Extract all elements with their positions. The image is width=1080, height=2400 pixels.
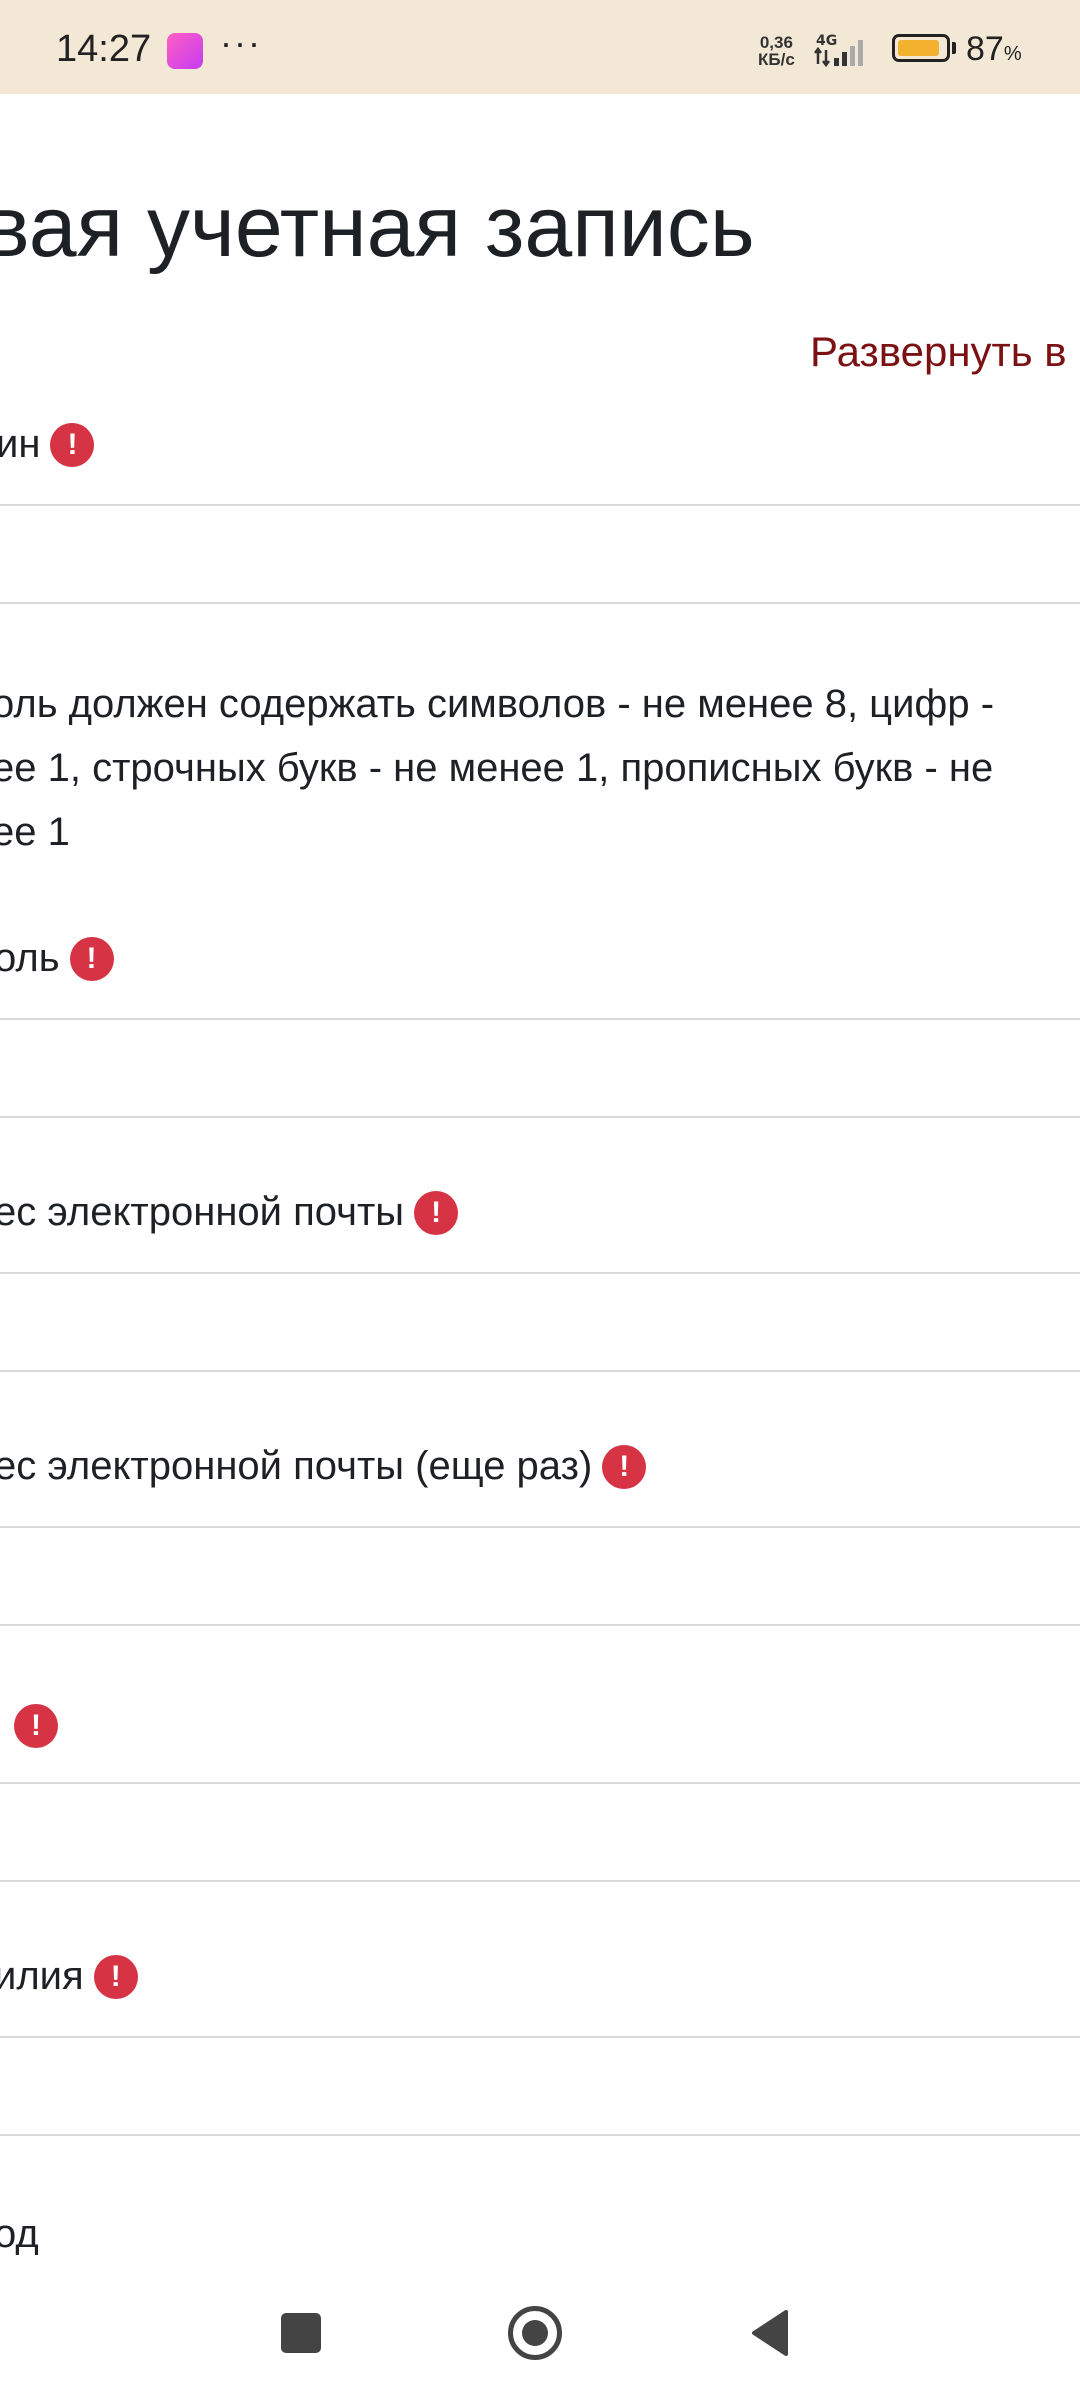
email-repeat-input[interactable] bbox=[0, 1526, 1080, 1626]
required-icon: ! bbox=[14, 1704, 58, 1748]
more-notifications-icon: ··· bbox=[220, 22, 262, 63]
email-repeat-label-text: ес электронной почты (еще раз) bbox=[0, 1444, 593, 1488]
home-icon[interactable] bbox=[508, 2306, 562, 2360]
system-nav-bar bbox=[0, 2270, 1080, 2400]
battery-tip bbox=[952, 42, 956, 54]
lastname-label: илия ! bbox=[0, 1954, 138, 1999]
firstname-input[interactable] bbox=[0, 1782, 1080, 1882]
password-help-line-3: ее 1 bbox=[0, 810, 70, 854]
page-title: вая учетная запись bbox=[0, 179, 755, 275]
battery-percent: 87% bbox=[966, 30, 1022, 69]
lastname-input[interactable] bbox=[0, 2036, 1080, 2136]
username-label: ин ! bbox=[0, 422, 95, 467]
email-label-text: ес электронной почты bbox=[0, 1190, 405, 1234]
username-label-text: ин bbox=[0, 422, 41, 466]
city-label-text: од bbox=[0, 2212, 39, 2256]
firstname-label: ! bbox=[4, 1704, 58, 1748]
network-speed-value: 0,36 bbox=[759, 33, 793, 52]
password-help-line-2: ее 1, строчных букв - не менее 1, пропис… bbox=[0, 746, 994, 790]
back-icon[interactable] bbox=[748, 2308, 792, 2358]
password-label: оль ! bbox=[0, 936, 114, 981]
username-input[interactable] bbox=[0, 504, 1080, 604]
email-input[interactable] bbox=[0, 1272, 1080, 1372]
password-help-text: оль должен содержать символов - не менее… bbox=[0, 672, 1080, 864]
password-input[interactable] bbox=[0, 1018, 1080, 1118]
password-label-text: оль bbox=[0, 936, 60, 980]
status-bar: 14:27 ··· 0,36 КБ/с 4G 87% bbox=[0, 0, 1080, 94]
email-repeat-label: ес электронной почты (еще раз) ! bbox=[0, 1444, 647, 1489]
battery-fill bbox=[898, 40, 939, 56]
battery-icon bbox=[892, 34, 950, 62]
required-icon: ! bbox=[93, 1954, 138, 1999]
recent-apps-icon[interactable] bbox=[281, 2313, 321, 2353]
app-notification-icon bbox=[167, 33, 203, 69]
network-speed: 0,36 КБ/с bbox=[758, 34, 795, 68]
signal-icon: 4G bbox=[814, 34, 863, 68]
network-speed-unit: КБ/с bbox=[758, 50, 795, 69]
battery-percent-value: 87 bbox=[966, 30, 1004, 68]
required-icon: ! bbox=[602, 1444, 647, 1489]
expand-all-link[interactable]: Развернуть в bbox=[810, 328, 1067, 376]
lastname-label-text: илия bbox=[0, 1954, 84, 1998]
password-help-line-1: оль должен содержать символов - не менее… bbox=[0, 682, 995, 726]
city-label: од bbox=[0, 2212, 39, 2257]
battery-percent-sign: % bbox=[1003, 43, 1022, 65]
status-time: 14:27 bbox=[56, 28, 152, 70]
required-icon: ! bbox=[69, 936, 114, 981]
email-label: ес электронной почты ! bbox=[0, 1190, 459, 1235]
required-icon: ! bbox=[50, 422, 95, 467]
required-icon: ! bbox=[414, 1190, 459, 1235]
network-type: 4G bbox=[816, 34, 837, 49]
